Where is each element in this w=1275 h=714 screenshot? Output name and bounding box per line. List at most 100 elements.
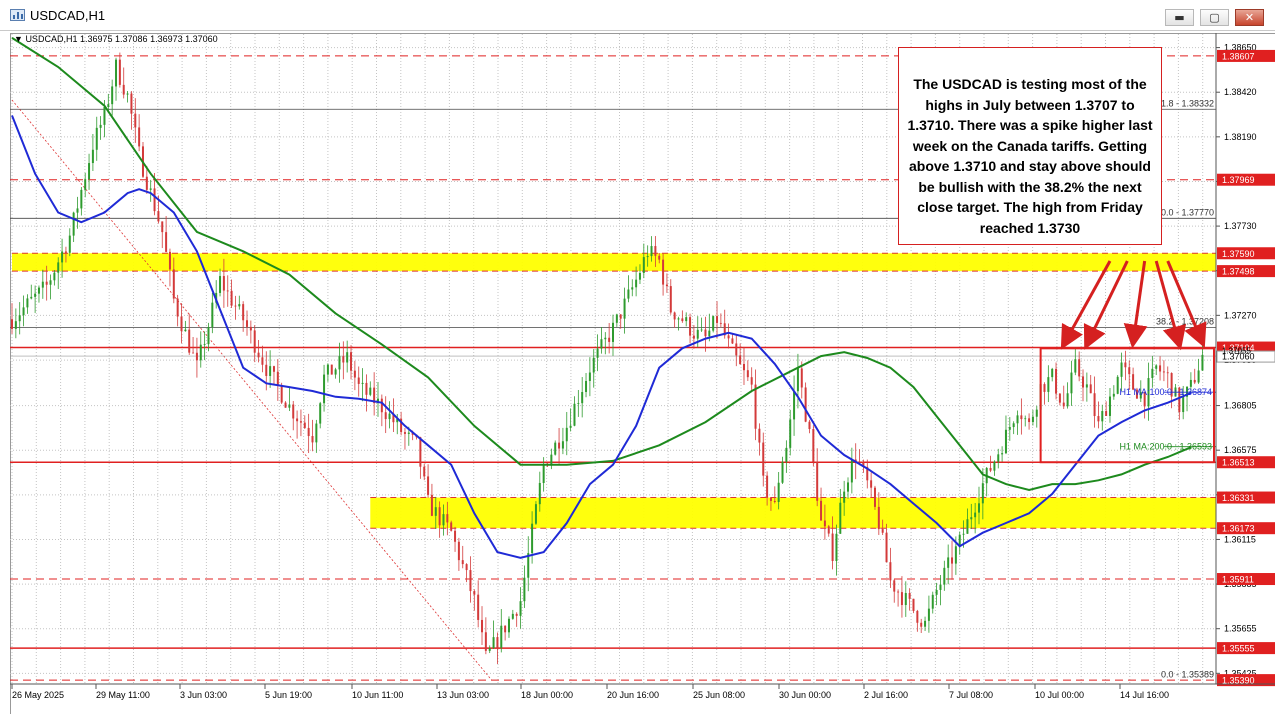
candle-bearish [450,522,453,531]
candle-bullish [203,344,206,345]
candle-bearish [731,338,734,344]
candle-bearish [484,632,487,651]
candle-bearish [654,246,657,256]
candle-bearish [951,557,954,564]
candle-bullish [103,106,106,125]
candle-bullish [685,317,688,322]
price-label: 1.38607 [1222,51,1255,61]
header-high: 1.37086 [115,34,148,44]
candle-bearish [1162,371,1165,373]
x-tick-label: 10 Jul 00:00 [1035,690,1084,700]
candle-bullish [1155,365,1158,369]
candle-bearish [1097,416,1100,422]
candle-bearish [446,514,449,523]
candle-bearish [249,326,252,331]
candle-bullish [588,372,591,381]
candle-bearish [692,335,695,339]
candle-bullish [315,423,318,443]
candle-bullish [80,189,83,209]
candle-bearish [754,384,757,429]
candle-bullish [334,369,337,375]
annotation-arrow [1166,260,1207,349]
price-label: 1.35555 [1222,644,1255,654]
candle-bullish [966,519,969,534]
candle-bullish [850,459,853,483]
candle-bearish [773,500,776,502]
candle-bearish [619,314,622,319]
candle-bullish [596,348,599,358]
candle-bullish [18,315,21,322]
candle-bearish [122,84,125,95]
candle-bullish [927,608,930,621]
candle-bearish [1078,359,1081,377]
collapse-arrow-icon[interactable]: ▼ [14,34,23,44]
candle-bullish [839,502,842,534]
candle-bearish [473,591,476,595]
candle-bearish [912,598,915,611]
x-tick-label: 2 Jul 16:00 [864,690,908,700]
candle-bearish [272,366,275,372]
candle-bullish [835,533,838,562]
candle-bearish [989,467,992,471]
candle-bearish [1062,402,1065,407]
x-tick-label: 3 Jun 03:00 [180,690,227,700]
candle-bullish [326,364,329,375]
annotation-arrow [1083,260,1129,350]
candle-bearish [311,436,314,443]
candle-bullish [41,281,44,288]
candle-bullish [712,316,715,331]
candle-bearish [1159,365,1162,372]
price-label: 1.36173 [1222,524,1255,534]
candle-bullish [577,403,580,404]
candle-bearish [350,352,353,371]
x-tick-label: 5 Jun 19:00 [265,690,312,700]
candle-bullish [954,546,957,564]
candle-bullish [538,482,541,505]
candle-bullish [492,637,495,649]
candle-bearish [889,562,892,581]
candle-bearish [1089,384,1092,394]
candle-bearish [897,591,900,593]
candle-bearish [669,286,672,313]
annotation-arrow [1123,260,1148,349]
candle-bearish [1058,393,1061,403]
y-tick-label: 1.37730 [1224,221,1257,231]
header-open: 1.36975 [79,34,113,44]
candle-bullish [1182,396,1185,413]
candle-bullish [542,463,545,483]
candle-bearish [284,402,287,408]
candle-bullish [1197,370,1200,383]
candle-bullish [91,149,94,164]
annotation-arrow [1154,260,1187,351]
candle-bullish [904,593,907,606]
candle-bearish [858,461,861,463]
candle-bearish [226,290,229,292]
candle-bullish [407,432,410,434]
candle-bearish [230,290,233,306]
candle-bearish [292,404,295,419]
annotation-box: The USDCAD is testing most of the highs … [898,47,1162,245]
candle-bearish [1055,368,1058,394]
candle-bullish [615,314,618,323]
candle-bullish [993,461,996,471]
fibonacci-label: 38.2 - 1.37208 [1156,316,1214,326]
price-label: 1.36331 [1222,493,1255,503]
candle-bearish [165,232,168,252]
candle-bearish [423,466,426,477]
candle-bullish [61,251,64,263]
candle-bullish [974,512,977,518]
candle-bearish [188,329,191,353]
x-tick-label: 29 May 11:00 [96,690,150,700]
fibonacci-trend-line [11,99,492,681]
candle-bearish [704,329,707,337]
annotation-text: The USDCAD is testing most of the highs … [907,76,1153,236]
candle-bearish [496,637,499,648]
candle-bullish [612,322,614,342]
candle-bullish [500,625,503,648]
candle-bullish [789,419,792,448]
candle-bearish [820,500,823,521]
candle-bearish [893,580,896,592]
candle-bullish [1031,416,1034,423]
candle-bullish [646,256,649,258]
candle-bullish [523,577,526,602]
